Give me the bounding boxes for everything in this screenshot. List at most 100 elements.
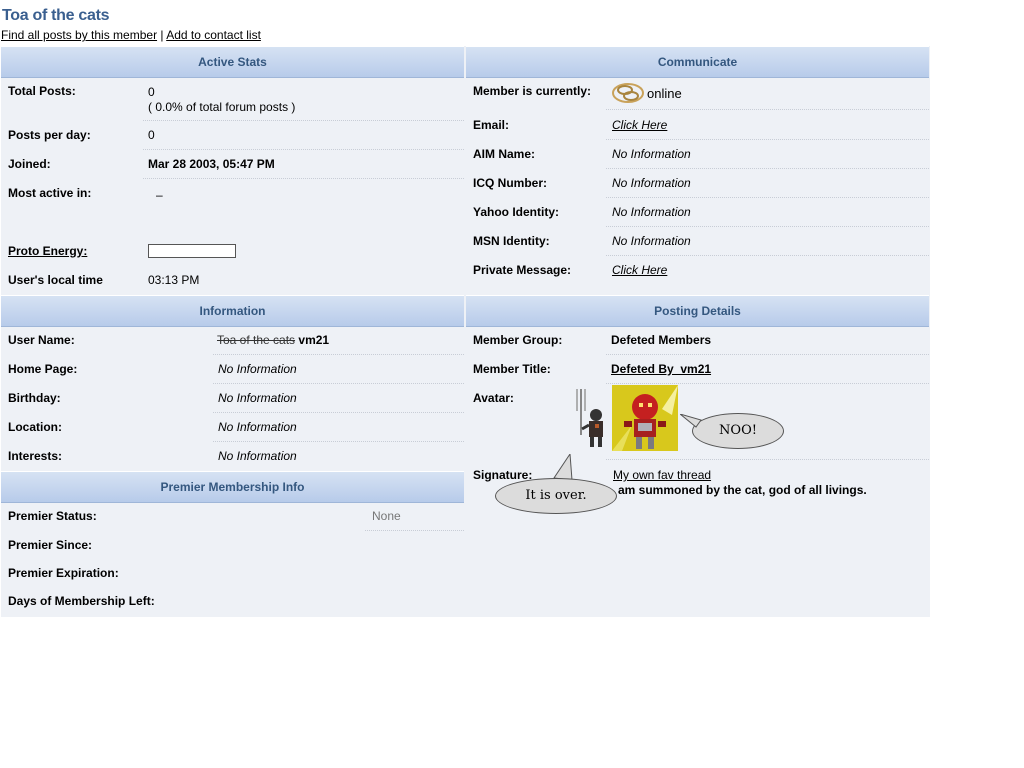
username-row: User Name: Toa of the cats vm21 [1, 333, 464, 361]
joined-value: Mar 28 2003, 05:47 PM [148, 157, 275, 171]
add-contact-link[interactable]: Add to contact list [166, 28, 261, 42]
days-left-label: Days of Membership Left: [8, 594, 155, 608]
link-separator: | [157, 28, 167, 42]
msn-row: MSN Identity: No Information [466, 234, 929, 262]
active-stats-panel: Active Stats Total Posts: 0 ( 0.0% of to… [1, 46, 464, 296]
signature-text: am summoned by the cat, god of all livin… [618, 483, 867, 497]
email-row: Email: Click Here [466, 118, 929, 146]
information-header: Information [1, 295, 464, 327]
profile-table: Active Stats Total Posts: 0 ( 0.0% of to… [1, 46, 930, 617]
row-divider [143, 178, 464, 179]
total-posts-value: 0 [148, 85, 155, 99]
member-title-label: Member Title: [473, 362, 551, 376]
username-value: Toa of the cats vm21 [217, 333, 329, 347]
msn-label: MSN Identity: [473, 234, 550, 248]
new-username: vm21 [298, 333, 330, 347]
posting-details-header: Posting Details [466, 295, 929, 327]
homepage-row: Home Page: No Information [1, 362, 464, 390]
premier-since-label: Premier Since: [8, 538, 93, 552]
birthday-row: Birthday: No Information [1, 391, 464, 419]
total-posts-label: Total Posts: [8, 84, 76, 98]
row-divider [606, 255, 929, 256]
member-status-label: Member is currently: [473, 84, 592, 98]
member-status-row: Member is currently: online [466, 83, 929, 112]
icq-label: ICQ Number: [473, 176, 548, 190]
yahoo-row: Yahoo Identity: No Information [466, 205, 929, 233]
yahoo-value: No Information [612, 205, 691, 219]
icq-row: ICQ Number: No Information [466, 176, 929, 204]
avatar-speech-bubble: NOO! [692, 413, 784, 449]
yahoo-label: Yahoo Identity: [473, 205, 560, 219]
premier-header: Premier Membership Info [1, 471, 464, 503]
proto-energy-bar [148, 244, 236, 261]
avatar-bubble-tail [680, 414, 702, 428]
joined-label: Joined: [8, 157, 51, 171]
location-row: Location: No Information [1, 420, 464, 448]
row-divider [143, 149, 464, 150]
row-divider [606, 139, 929, 140]
old-username: Toa of the cats [217, 333, 296, 347]
premier-status-value: None [372, 509, 401, 523]
interests-row: Interests: No Information [1, 449, 464, 469]
member-group-label: Member Group: [473, 333, 563, 347]
local-time-row: User's local time 03:13 PM [1, 273, 464, 293]
row-divider [606, 354, 929, 355]
most-active-value: – [156, 188, 163, 202]
private-message-label: Private Message: [473, 263, 572, 277]
member-group-value: Defeted Members [611, 333, 712, 347]
private-message-row: Private Message: Click Here [466, 263, 929, 291]
member-status-value: online [647, 86, 682, 101]
active-stats-header: Active Stats [1, 46, 464, 78]
row-divider [606, 197, 929, 198]
aim-label: AIM Name: [473, 147, 536, 161]
row-divider [606, 168, 929, 169]
icq-value: No Information [612, 176, 691, 190]
row-divider [143, 120, 464, 121]
posts-per-day-value: 0 [148, 128, 155, 142]
premier-panel: Premier Membership Info Premier Status: … [1, 471, 464, 617]
email-label: Email: [473, 118, 510, 132]
premier-since-row: Premier Since: [1, 538, 464, 566]
profile-links: Find all posts by this member | Add to c… [1, 28, 261, 42]
small-figure-icon [573, 385, 611, 456]
avatar-image [612, 385, 678, 454]
homepage-value: No Information [218, 362, 297, 376]
posts-per-day-label: Posts per day: [8, 128, 91, 142]
signature-speech-bubble: It is over. [495, 478, 617, 514]
birthday-value: No Information [218, 391, 297, 405]
aim-row: AIM Name: No Information [466, 147, 929, 175]
most-active-row: Most active in: – [1, 186, 464, 236]
row-divider [213, 383, 464, 384]
location-value: No Information [218, 420, 297, 434]
private-message-link[interactable]: Click Here [612, 263, 667, 277]
proto-energy-link[interactable]: Proto Energy: [8, 244, 87, 258]
most-active-label: Most active in: [8, 186, 92, 200]
interests-label: Interests: [8, 449, 63, 463]
days-left-row: Days of Membership Left: [1, 594, 464, 616]
proto-energy-row: Proto Energy: [1, 244, 464, 270]
birthday-label: Birthday: [8, 391, 61, 405]
signature-row: Signature: My own fav thread am summoned… [466, 454, 929, 546]
row-divider [213, 412, 464, 413]
avatar-bubble-text: NOO! [719, 423, 757, 438]
premier-expiration-label: Premier Expiration: [8, 566, 119, 580]
avatar-label: Avatar: [473, 391, 514, 405]
member-group-row: Member Group: Defeted Members [466, 333, 929, 361]
total-posts-percent: ( 0.0% of total forum posts ) [148, 100, 296, 114]
premier-status-row: Premier Status: None [1, 509, 464, 537]
total-posts-row: Total Posts: 0 ( 0.0% of total forum pos… [1, 84, 464, 124]
communicate-header: Communicate [466, 46, 929, 78]
row-divider [213, 441, 464, 442]
premier-expiration-row: Premier Expiration: [1, 566, 464, 594]
find-posts-link[interactable]: Find all posts by this member [1, 28, 157, 42]
email-link[interactable]: Click Here [612, 118, 667, 132]
local-time-value: 03:13 PM [148, 273, 200, 287]
row-divider [606, 109, 929, 110]
member-title-row: Member Title: Defeted By vm21 [466, 362, 929, 390]
row-divider [606, 459, 929, 460]
interests-value: No Information [218, 449, 297, 463]
row-divider [365, 530, 464, 531]
signature-link[interactable]: My own fav thread [613, 468, 711, 482]
posting-details-panel: Posting Details Member Group: Defeted Me… [466, 295, 929, 617]
location-label: Location: [8, 420, 62, 434]
